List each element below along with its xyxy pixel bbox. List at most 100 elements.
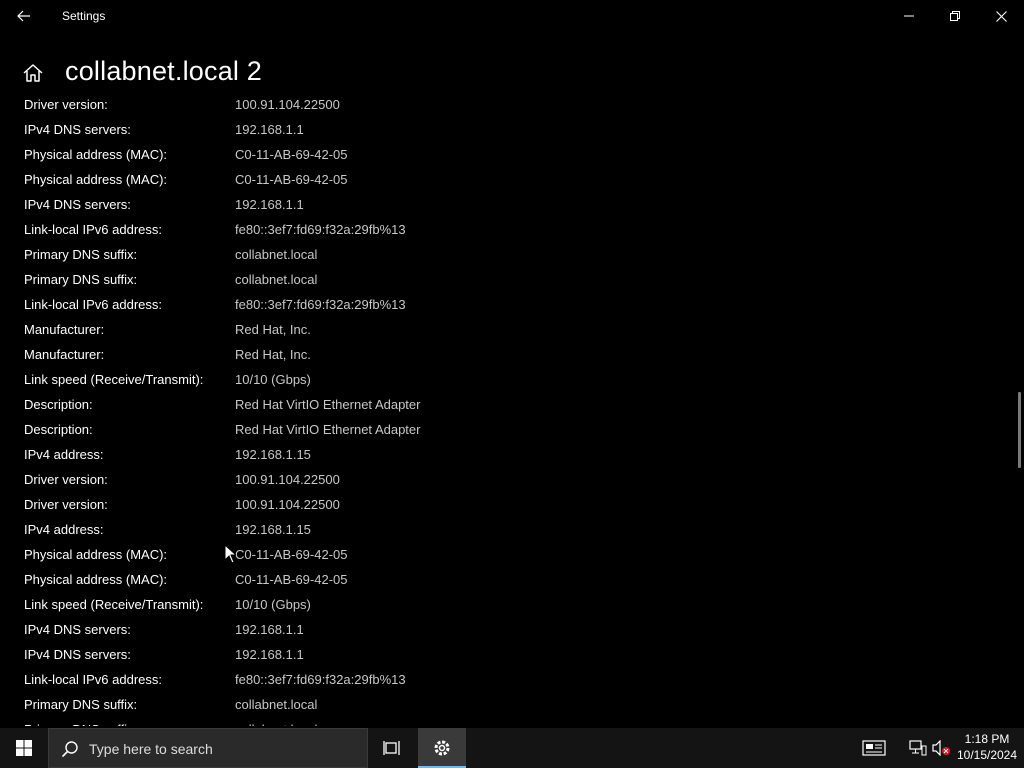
property-value[interactable]: 192.168.1.1 xyxy=(235,647,304,662)
close-icon xyxy=(995,10,1007,22)
property-value[interactable]: Red Hat VirtIO Ethernet Adapter xyxy=(235,422,420,437)
property-row: Driver version: 100.91.104.22500 xyxy=(0,492,700,517)
taskbar: Type here to search 1:18 PM 10/15/2024 xyxy=(0,728,1024,768)
property-value[interactable]: Red Hat VirtIO Ethernet Adapter xyxy=(235,397,420,412)
property-value[interactable]: collabnet.local xyxy=(235,722,317,726)
property-row: Physical address (MAC): C0-11-AB-69-42-05 xyxy=(0,542,700,567)
news-icon xyxy=(862,740,886,756)
property-row: IPv4 address: 192.168.1.15 xyxy=(0,517,700,542)
volume-muted-icon xyxy=(932,740,950,756)
property-label: IPv4 DNS servers: xyxy=(24,122,131,137)
property-label: IPv4 DNS servers: xyxy=(24,647,131,662)
property-label: Description: xyxy=(24,422,93,437)
property-row: IPv4 DNS servers: 192.168.1.1 xyxy=(0,617,700,642)
network-icon xyxy=(909,740,927,756)
property-value[interactable]: 192.168.1.15 xyxy=(235,447,311,462)
property-value[interactable]: C0-11-AB-69-42-05 xyxy=(235,547,347,562)
property-row: Primary DNS suffix: collabnet.local xyxy=(0,717,700,726)
property-label: Link-local IPv6 address: xyxy=(24,672,163,687)
property-label: IPv4 address: xyxy=(24,522,104,537)
property-value[interactable]: 192.168.1.1 xyxy=(235,197,304,212)
property-label: Manufacturer: xyxy=(24,322,105,337)
taskbar-search-box[interactable]: Type here to search xyxy=(48,728,368,768)
property-label: Primary DNS suffix: xyxy=(24,247,138,262)
property-label: Driver version: xyxy=(24,472,108,487)
property-value[interactable]: C0-11-AB-69-42-05 xyxy=(235,572,347,587)
back-arrow-icon xyxy=(17,10,30,22)
windows-logo-icon xyxy=(16,740,32,756)
gear-icon xyxy=(434,740,450,756)
property-row: Driver version: 100.91.104.22500 xyxy=(0,467,700,492)
property-value[interactable]: C0-11-AB-69-42-05 xyxy=(235,172,347,187)
volume-tray-button[interactable] xyxy=(930,736,954,760)
property-value[interactable]: C0-11-AB-69-42-05 xyxy=(235,147,347,162)
property-value[interactable]: 192.168.1.1 xyxy=(235,622,304,637)
window-title: Settings xyxy=(62,9,106,23)
property-value[interactable]: fe80::3ef7:fd69:f32a:29fb%13 xyxy=(235,672,406,687)
property-value[interactable]: 192.168.1.15 xyxy=(235,522,311,537)
taskbar-settings-app[interactable] xyxy=(418,728,466,768)
property-label: IPv4 DNS servers: xyxy=(24,197,131,212)
search-icon xyxy=(61,741,78,758)
property-label: Physical address (MAC): xyxy=(24,547,168,562)
property-row: Primary DNS suffix: collabnet.local xyxy=(0,242,700,267)
property-row: Link-local IPv6 address: fe80::3ef7:fd69:… xyxy=(0,292,700,317)
minimize-icon xyxy=(904,15,914,17)
property-row: Link speed (Receive/Transmit): 10/10 (Gbp… xyxy=(0,592,700,617)
property-row: Primary DNS suffix: collabnet.local xyxy=(0,692,700,717)
property-label: Physical address (MAC): xyxy=(24,172,168,187)
property-label: Driver version: xyxy=(24,497,108,512)
task-view-button[interactable] xyxy=(372,728,412,768)
taskbar-clock[interactable]: 1:18 PM 10/15/2024 xyxy=(954,731,1020,763)
minimize-button[interactable] xyxy=(886,0,932,32)
close-button[interactable] xyxy=(978,0,1024,32)
clock-time: 1:18 PM xyxy=(964,732,1010,746)
property-value[interactable]: 100.91.104.22500 xyxy=(235,97,340,112)
page-header: collabnet.local 2 xyxy=(0,52,1000,92)
property-value[interactable]: fe80::3ef7:fd69:f32a:29fb%13 xyxy=(235,297,406,312)
property-row: Manufacturer: Red Hat, Inc. xyxy=(0,317,700,342)
page-title: collabnet.local 2 xyxy=(65,56,263,86)
property-value[interactable]: 100.91.104.22500 xyxy=(235,472,340,487)
property-row: Description: Red Hat VirtIO Ethernet Adap… xyxy=(0,417,700,442)
start-button[interactable] xyxy=(0,728,48,768)
restore-button[interactable] xyxy=(932,0,978,32)
property-value[interactable]: Red Hat, Inc. xyxy=(235,347,311,362)
title-bar: Settings xyxy=(0,0,1024,32)
property-row: Driver version: 100.91.104.22500 xyxy=(0,92,700,117)
back-button[interactable] xyxy=(10,4,38,28)
property-value[interactable]: 10/10 (Gbps) xyxy=(235,597,311,612)
property-value[interactable]: fe80::3ef7:fd69:f32a:29fb%13 xyxy=(235,222,406,237)
property-value[interactable]: 192.168.1.1 xyxy=(235,122,304,137)
property-label: Link-local IPv6 address: xyxy=(24,297,163,312)
properties-list: Driver version: 100.91.104.22500 IPv4 DNS … xyxy=(0,92,1010,726)
property-value[interactable]: 100.91.104.22500 xyxy=(235,497,340,512)
property-row: IPv4 DNS servers: 192.168.1.1 xyxy=(0,192,700,217)
property-value[interactable]: collabnet.local xyxy=(235,247,317,262)
scrollbar-thumb[interactable] xyxy=(1018,392,1021,468)
property-label: Link speed (Receive/Transmit): xyxy=(24,372,204,387)
home-button[interactable] xyxy=(22,62,46,86)
restore-icon xyxy=(950,11,960,21)
property-label: Physical address (MAC): xyxy=(24,572,168,587)
property-value[interactable]: 10/10 (Gbps) xyxy=(235,372,311,387)
property-row: Physical address (MAC): C0-11-AB-69-42-05 xyxy=(0,567,700,592)
property-row: Manufacturer: Red Hat, Inc. xyxy=(0,342,700,367)
property-label: Manufacturer: xyxy=(24,347,105,362)
property-row: IPv4 DNS servers: 192.168.1.1 xyxy=(0,642,700,667)
property-label: IPv4 address: xyxy=(24,447,104,462)
property-value[interactable]: collabnet.local xyxy=(235,272,317,287)
network-tray-button[interactable] xyxy=(906,736,930,760)
property-value[interactable]: Red Hat, Inc. xyxy=(235,322,311,337)
news-button[interactable] xyxy=(860,736,888,760)
property-label: IPv4 DNS servers: xyxy=(24,622,131,637)
search-placeholder: Type here to search xyxy=(89,741,213,757)
property-label: Physical address (MAC): xyxy=(24,147,168,162)
property-row: IPv4 address: 192.168.1.15 xyxy=(0,442,700,467)
task-view-icon xyxy=(383,741,400,755)
property-label: Link-local IPv6 address: xyxy=(24,222,163,237)
property-label: Primary DNS suffix: xyxy=(24,272,138,287)
home-icon xyxy=(23,64,43,82)
property-value[interactable]: collabnet.local xyxy=(235,697,317,712)
property-row: Link-local IPv6 address: fe80::3ef7:fd69:… xyxy=(0,667,700,692)
